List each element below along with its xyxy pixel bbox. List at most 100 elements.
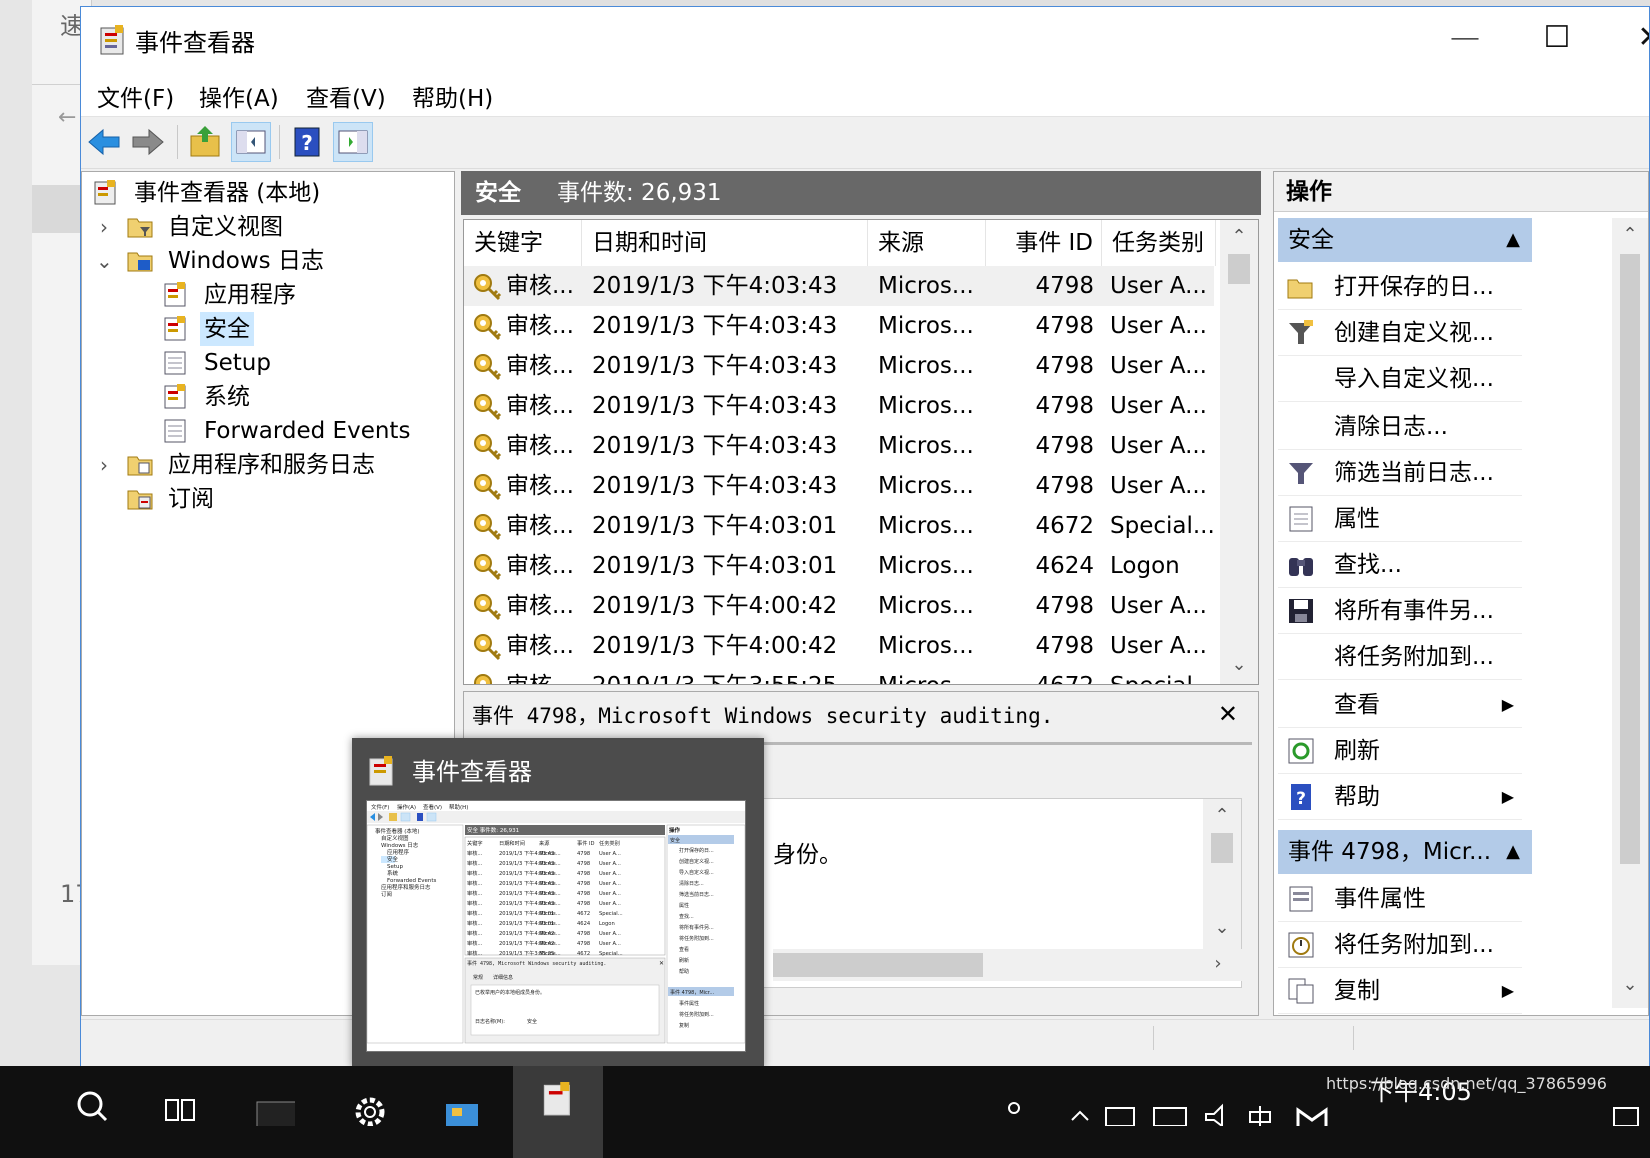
cell-keyword: 审核...: [506, 313, 574, 339]
volume-icon[interactable]: [1200, 1086, 1240, 1126]
taskbar-preview[interactable]: 事件查看器 文件(F) 操作(A) 查看(V) 帮助(H) 事件查看器 (本地)…: [352, 738, 764, 1068]
column-event-id[interactable]: 事件 ID: [986, 220, 1102, 266]
task-view-icon[interactable]: [160, 1086, 200, 1126]
table-row[interactable]: 审核... 2019/1/3 下午4:03:43 Micros... 4798 User…: [464, 466, 1214, 506]
scroll-thumb[interactable]: [1228, 254, 1250, 284]
table-row[interactable]: 审核... 2019/1/3 下午3:55:25 Micros... 4672 Spec…: [464, 666, 1215, 684]
action-item[interactable]: 属性: [1278, 496, 1522, 542]
column-keyword[interactable]: 关键字: [464, 220, 582, 266]
display-icon[interactable]: [1150, 1086, 1190, 1126]
notification-icon[interactable]: [1606, 1086, 1646, 1126]
table-row[interactable]: 审核... 2019/1/3 下午4:03:43 Micros... 4798 User…: [464, 306, 1214, 346]
column-source[interactable]: 来源: [868, 220, 986, 266]
action-item[interactable]: ? 帮助 ▶: [1278, 774, 1522, 820]
actions-vertical-scrollbar[interactable]: ⌃ ⌄: [1612, 218, 1648, 1008]
column-datetime[interactable]: 日期和时间: [582, 220, 868, 266]
up-folder-icon[interactable]: [185, 122, 225, 162]
mini-cell: User A...: [599, 861, 621, 867]
menu-view[interactable]: 查看(V): [306, 79, 386, 113]
status-divider: [1353, 1026, 1354, 1050]
title-bar[interactable]: 事件查看器 — ☐ ✕: [81, 7, 1649, 71]
action-item[interactable]: 创建自定义视...: [1278, 310, 1522, 356]
action-item[interactable]: 将所有事件另...: [1278, 588, 1522, 634]
mini-cell: User A...: [599, 871, 621, 877]
forward-arrow-icon[interactable]: [127, 122, 167, 162]
event-viewer-app-icon: [543, 1082, 570, 1116]
table-row[interactable]: 审核... 2019/1/3 下午4:03:43 Micros... 4798 User…: [464, 426, 1214, 466]
cell-keyword: 审核...: [506, 273, 574, 299]
action-item[interactable]: 复制 ▶: [1278, 968, 1522, 1014]
attach-task-icon: [1286, 930, 1316, 960]
detail-horizontal-scrollbar[interactable]: ›: [773, 949, 1243, 981]
scroll-right-icon[interactable]: ›: [1203, 949, 1233, 979]
cell-keyword: 审核...: [506, 393, 574, 419]
scroll-down-icon[interactable]: ⌄: [1615, 970, 1645, 1000]
control-panel-app-icon[interactable]: [442, 1086, 482, 1126]
action-item[interactable]: 查找...: [1278, 542, 1522, 588]
help-icon[interactable]: ?: [287, 122, 327, 162]
show-hide-tree-button[interactable]: [231, 122, 271, 162]
table-row[interactable]: 审核... 2019/1/3 下午4:00:42 Micros... 4798 User…: [464, 626, 1214, 666]
detail-close-icon[interactable]: ✕: [1218, 700, 1238, 728]
table-row[interactable]: 审核... 2019/1/3 下午4:03:43 Micros... 4798 User…: [464, 266, 1214, 306]
table-row[interactable]: 审核... 2019/1/3 下午4:03:01 Micros... 4672 Spec…: [464, 506, 1215, 546]
scroll-down-icon[interactable]: ⌄: [1207, 913, 1237, 943]
table-vertical-scrollbar[interactable]: ⌃ ⌄: [1220, 220, 1258, 684]
show-hide-action-pane-button[interactable]: [333, 122, 373, 162]
collapse-chevron-icon[interactable]: ⌄: [96, 244, 113, 278]
maximize-button[interactable]: ☐: [1511, 7, 1603, 71]
table-row[interactable]: 审核... 2019/1/3 下午4:03:01 Micros... 4624 Logo…: [464, 546, 1214, 586]
terminal-app-icon[interactable]: [255, 1086, 295, 1126]
taskbar-active-event-viewer[interactable]: [513, 1066, 603, 1158]
table-row[interactable]: 审核... 2019/1/3 下午4:03:43 Micros... 4798 User…: [464, 346, 1214, 386]
action-item[interactable]: 将任务附加到...: [1278, 634, 1522, 680]
actions-section-security[interactable]: 安全 ▲: [1278, 218, 1532, 262]
back-arrow-icon[interactable]: [85, 122, 125, 162]
expand-chevron-icon[interactable]: ›: [96, 448, 112, 482]
menu-file[interactable]: 文件(F): [97, 79, 174, 113]
audit-key-icon: [472, 552, 502, 582]
action-pane-icon: [338, 130, 368, 154]
action-item[interactable]: 清除日志...: [1278, 404, 1522, 450]
table-row[interactable]: 审核... 2019/1/3 下午4:00:42 Micros... 4798 User…: [464, 586, 1214, 626]
network-icon[interactable]: [1100, 1086, 1140, 1126]
scroll-down-icon[interactable]: ⌄: [1224, 650, 1254, 680]
action-item[interactable]: 打开保存的日...: [1278, 264, 1522, 310]
scroll-thumb[interactable]: [773, 953, 983, 977]
search-icon[interactable]: [72, 1086, 112, 1126]
detail-vertical-scrollbar[interactable]: ⌃ ⌄: [1203, 799, 1241, 949]
menu-action[interactable]: 操作(A): [199, 79, 279, 113]
mini-action-item: 事件属性: [679, 1000, 699, 1007]
scroll-up-icon[interactable]: ⌃: [1615, 220, 1645, 250]
scroll-up-icon[interactable]: ⌃: [1207, 801, 1237, 831]
chevron-up-icon[interactable]: [1060, 1086, 1100, 1126]
menu-help[interactable]: 帮助(H): [412, 79, 493, 113]
input-method-icon[interactable]: [1240, 1086, 1280, 1126]
audit-key-icon: [472, 512, 502, 542]
menu-bar: 文件(F) 操作(A) 查看(V) 帮助(H): [81, 71, 1649, 117]
scroll-thumb[interactable]: [1211, 833, 1233, 863]
preview-thumbnail[interactable]: 文件(F) 操作(A) 查看(V) 帮助(H) 事件查看器 (本地) 自定义视图 W…: [366, 800, 746, 1052]
log-name: 安全: [475, 180, 521, 206]
minimize-button[interactable]: —: [1419, 7, 1511, 71]
scroll-up-icon[interactable]: ⌃: [1224, 222, 1254, 252]
action-item[interactable]: 刷新: [1278, 728, 1522, 774]
action-item[interactable]: 事件属性: [1278, 876, 1522, 922]
events-table: 关键字 日期和时间 来源 事件 ID 任务类别 审核... 2019/1/3 下午…: [463, 219, 1259, 685]
action-item[interactable]: 查看 ▶: [1278, 682, 1522, 728]
expand-chevron-icon[interactable]: ›: [96, 210, 112, 244]
action-item[interactable]: 导入自定义视...: [1278, 356, 1522, 402]
close-button[interactable]: ✕: [1604, 7, 1649, 71]
people-icon[interactable]: [1000, 1086, 1040, 1126]
action-item[interactable]: 筛选当前日志...: [1278, 450, 1522, 496]
settings-gear-icon[interactable]: [350, 1086, 390, 1126]
toolbar-separator: [177, 125, 178, 159]
table-row[interactable]: 审核... 2019/1/3 下午4:03:43 Micros... 4798 User…: [464, 386, 1214, 426]
mini-cell: Micros...: [539, 891, 561, 897]
scroll-thumb[interactable]: [1620, 254, 1640, 864]
action-item[interactable]: 将任务附加到...: [1278, 922, 1522, 968]
actions-section-event[interactable]: 事件 4798，Micr... ▲: [1278, 830, 1532, 874]
mini-action-item: 刷新: [679, 957, 689, 964]
mini-actions-section-security: 安全: [670, 837, 680, 844]
column-task-category[interactable]: 任务类别: [1102, 220, 1216, 266]
